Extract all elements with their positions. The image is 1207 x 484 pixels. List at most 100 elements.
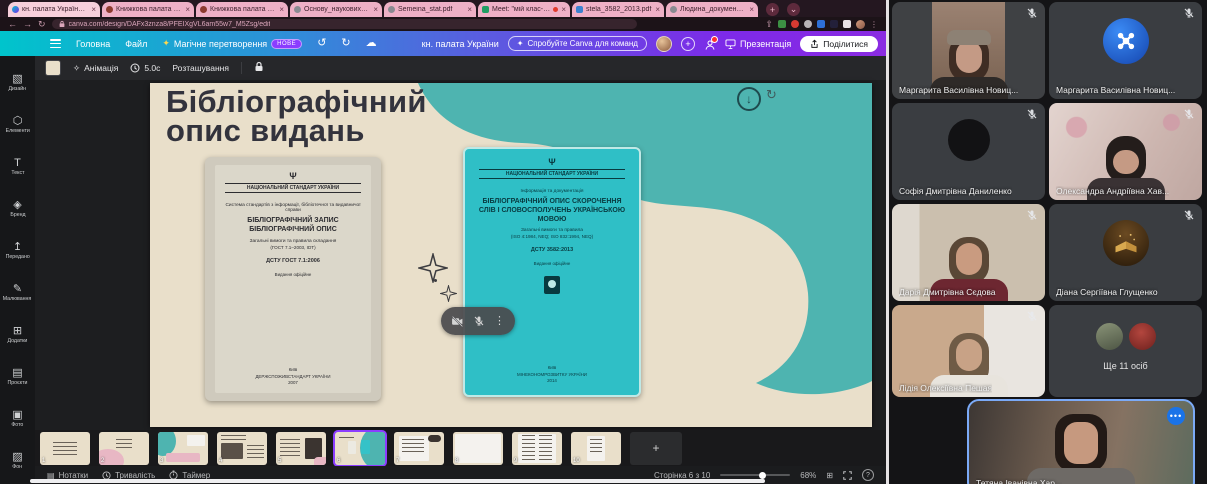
sidebar-item-uploads[interactable]: ↥ Передано [0,230,35,272]
browser-tab[interactable]: Semeina_stat.pdf × [384,2,476,17]
meet-tile-more-people[interactable]: Ще 11 осіб [1049,305,1202,397]
address-bar[interactable]: canva.com/design/DAFx3znza8/PFEIXgVL6am5… [51,19,637,29]
menu-file[interactable]: Файл [125,39,147,49]
user-avatar[interactable] [655,35,672,52]
slide-thumbnail-2[interactable]: 2 [99,431,149,465]
meet-tile-participant[interactable]: Лідія Олексіївна Пешая [892,305,1045,397]
slide-thumbnail-5[interactable]: 5 [276,431,326,465]
fullscreen-icon[interactable] [843,470,852,480]
background-color-swatch[interactable] [45,60,61,76]
extension-icon[interactable] [843,20,851,28]
sidebar-item-apps[interactable]: ⊞ Додатки [0,314,35,356]
back-icon[interactable]: ← [8,19,17,29]
menu-home[interactable]: Головна [76,39,110,49]
magic-switch-button[interactable]: ✦ Магічне перетворення НОВЕ [162,38,303,49]
add-member-button[interactable]: + [680,36,695,51]
meet-tile-participant[interactable]: Олександра Андріївна Хав... [1049,103,1202,200]
zoom-slider[interactable] [720,471,791,479]
tab-close-icon[interactable]: × [561,5,566,14]
zoom-slider-handle[interactable] [758,471,766,479]
browser-tab-meet[interactable]: Meet: "мій клас-гру..." × [478,2,570,17]
meet-self-view[interactable]: ••• Тетяна Іванівна Хар... [967,399,1195,484]
browser-menu-icon[interactable]: ⋮ [870,20,878,29]
sidebar-item-text[interactable]: T Текст [0,146,35,188]
extension-icon[interactable] [817,20,825,28]
reload-icon[interactable]: ↻ [38,19,46,29]
extension-icon[interactable] [830,20,838,28]
lock-button[interactable] [254,59,264,77]
sidebar-item-brand[interactable]: ◈ Бренд [0,188,35,230]
forward-icon[interactable]: → [23,19,32,29]
extension-icon[interactable] [804,20,812,28]
browser-tab[interactable]: Основу_наукових_дослід... × [290,2,382,17]
try-canva-teams-button[interactable]: ✦ Спробуйте Canva для команд [507,36,647,51]
duration-button[interactable]: 5.0с [130,63,160,73]
editor-canvas[interactable]: Бібліографічний опис видань ↓ ↻ Ψ НАЦІОН… [35,80,886,484]
sidebar-item-projects[interactable]: ▤ Проєкти [0,356,35,398]
undo-icon[interactable]: ↺ [317,38,326,49]
extension-icon[interactable] [791,20,799,28]
tab-close-icon[interactable]: × [655,5,660,14]
sidebar-item-background[interactable]: ▨ Фон [0,440,35,482]
slide-thumbnail-10[interactable]: 10 [571,431,621,465]
participant-name: Олександра Андріївна Хав... [1056,186,1170,196]
book-cover-dstu-7-1[interactable]: Ψ НАЦІОНАЛЬНИЙ СТАНДАРТ УКРАЇНИ Система … [205,157,381,401]
tab-close-icon[interactable]: × [749,5,754,14]
book-cover-dstu-3582[interactable]: Ψ НАЦІОНАЛЬНИЙ СТАНДАРТ УКРАЇНИ Інформац… [463,147,641,397]
browser-tab[interactable]: Людина_докумен_Істор... × [666,2,758,17]
magic-label: Магічне перетворення [173,38,268,49]
meet-pip-controls[interactable]: ⋮ [441,307,515,335]
slide-thumbnail-7[interactable]: 7 [394,431,444,465]
sidebar-item-draw[interactable]: ✎ Малювання [0,272,35,314]
slide-thumbnail-4[interactable]: 4 [217,431,267,465]
more-options-icon[interactable]: ⋮ [494,315,505,327]
browser-tab[interactable]: Книжкова палата України × [196,2,288,17]
extension-icon[interactable] [778,20,786,28]
slide-thumbnail-3[interactable]: 3 [158,431,208,465]
zoom-level[interactable]: 68% [800,471,816,480]
meet-tile-participant[interactable]: Діана Сергіївна Глущенко [1049,204,1202,301]
activity-icon[interactable] [704,35,718,50]
tab-close-icon[interactable]: × [185,5,190,14]
share-button[interactable]: Поділитися [800,35,878,52]
presentation-button[interactable]: Презентація [725,39,791,49]
tab-close-icon[interactable]: × [373,5,378,14]
participant-avatar [1102,220,1149,266]
add-page-button[interactable]: + [630,431,682,465]
tab-title: Книжкова палата України [210,6,276,13]
meet-tile-participant[interactable]: Дарія Дмитрівна Сєдова [892,204,1045,301]
grid-view-icon[interactable]: ⊞ [826,471,833,480]
tab-title: Meet: "мій клас-гру..." [492,6,550,13]
sidebar-item-elements[interactable]: ⬡ Елементи [0,104,35,146]
position-button[interactable]: Розташування [172,63,229,73]
hamburger-menu-icon[interactable] [50,39,61,48]
meet-tile-participant[interactable]: Маргарита Василівна Новиц... [1049,2,1202,99]
help-button[interactable]: ? [862,469,874,481]
tab-close-icon[interactable]: × [91,5,96,14]
slide-thumbnail-8[interactable]: 8 [453,431,503,465]
sidebar-item-photos[interactable]: ▣ Фото [0,398,35,440]
slide-thumbnail-9[interactable]: 9 [512,431,562,465]
teams-sparkle-icon: ✦ [516,39,524,48]
meet-tile-participant[interactable]: Софія Дмитрівна Даниленко [892,103,1045,200]
share-page-icon[interactable]: ⇪ [765,19,773,29]
animate-button[interactable]: ✧ Анімація [73,63,118,74]
slide-thumbnail-6-selected[interactable]: 6 [335,431,385,465]
browser-tab-canva[interactable]: кн. палата України – Пре... × [8,2,100,17]
redo-icon[interactable]: ↻ [341,38,350,49]
tab-close-icon[interactable]: × [467,5,472,14]
slide-page[interactable]: Бібліографічний опис видань ↓ ↻ Ψ НАЦІОН… [150,83,872,427]
meet-tile-participant[interactable]: Маргарита Василівна Новиц... [892,2,1045,99]
tab-search-button[interactable]: ⌄ [787,3,800,16]
tab-close-icon[interactable]: × [279,5,284,14]
browser-tab[interactable]: stela_3582_2013.pdf × [572,2,664,17]
sidebar-item-design[interactable]: ▧ Дизайн [0,62,35,104]
profile-avatar[interactable] [856,19,865,29]
browser-tab[interactable]: Книжкова палата України × [102,2,194,17]
self-view-options-button[interactable]: ••• [1167,407,1185,425]
new-tab-button[interactable]: + [766,3,779,16]
slide-thumbnail-1[interactable]: 1 [40,431,90,465]
slide-title[interactable]: Бібліографічний опис видань [166,86,427,149]
slide-title-line2: опис видань [166,113,365,149]
design-title[interactable]: кн. палата України [422,39,499,49]
